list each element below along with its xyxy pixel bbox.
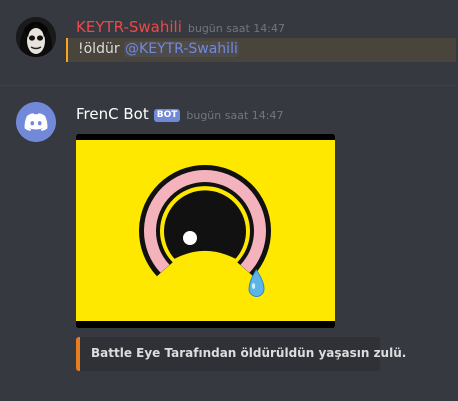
embed-description: Battle Eye Tarafından öldürüldün yaşasın… xyxy=(91,346,407,360)
skull-face-avatar-icon xyxy=(16,17,56,57)
message-header: FrenC Bot BOT bugün saat 14:47 xyxy=(76,105,283,124)
message-text: !öldür xyxy=(78,41,125,57)
message-timestamp: bugün saat 14:47 xyxy=(187,22,285,35)
rich-embed: Battle Eye Tarafından öldürüldün yaşasın… xyxy=(76,337,406,371)
bot-tag: BOT xyxy=(153,109,181,122)
bot-avatar[interactable] xyxy=(16,102,56,142)
discord-logo-icon xyxy=(16,102,56,142)
message-timestamp: bugün saat 14:47 xyxy=(186,109,284,122)
crying-eye-icon xyxy=(76,134,335,328)
chat-messages: KEYTR-Swahili bugün saat 14:47 !öldür @K… xyxy=(0,0,458,401)
message-group-user: KEYTR-Swahili bugün saat 14:47 !öldür @K… xyxy=(0,0,458,80)
mention-highlight: !öldür @KEYTR-Swahili xyxy=(66,38,456,62)
image-attachment[interactable] xyxy=(76,134,335,328)
user-avatar[interactable] xyxy=(16,17,56,57)
message-group-bot: FrenC Bot BOT bugün saat 14:47 Battle Ey… xyxy=(0,86,458,401)
author-name[interactable]: FrenC Bot xyxy=(76,105,149,123)
message-header: KEYTR-Swahili bugün saat 14:47 xyxy=(76,18,285,36)
user-mention[interactable]: @KEYTR-Swahili xyxy=(124,41,239,57)
message-content: !öldür @KEYTR-Swahili xyxy=(78,41,239,57)
author-name[interactable]: KEYTR-Swahili xyxy=(76,18,182,36)
